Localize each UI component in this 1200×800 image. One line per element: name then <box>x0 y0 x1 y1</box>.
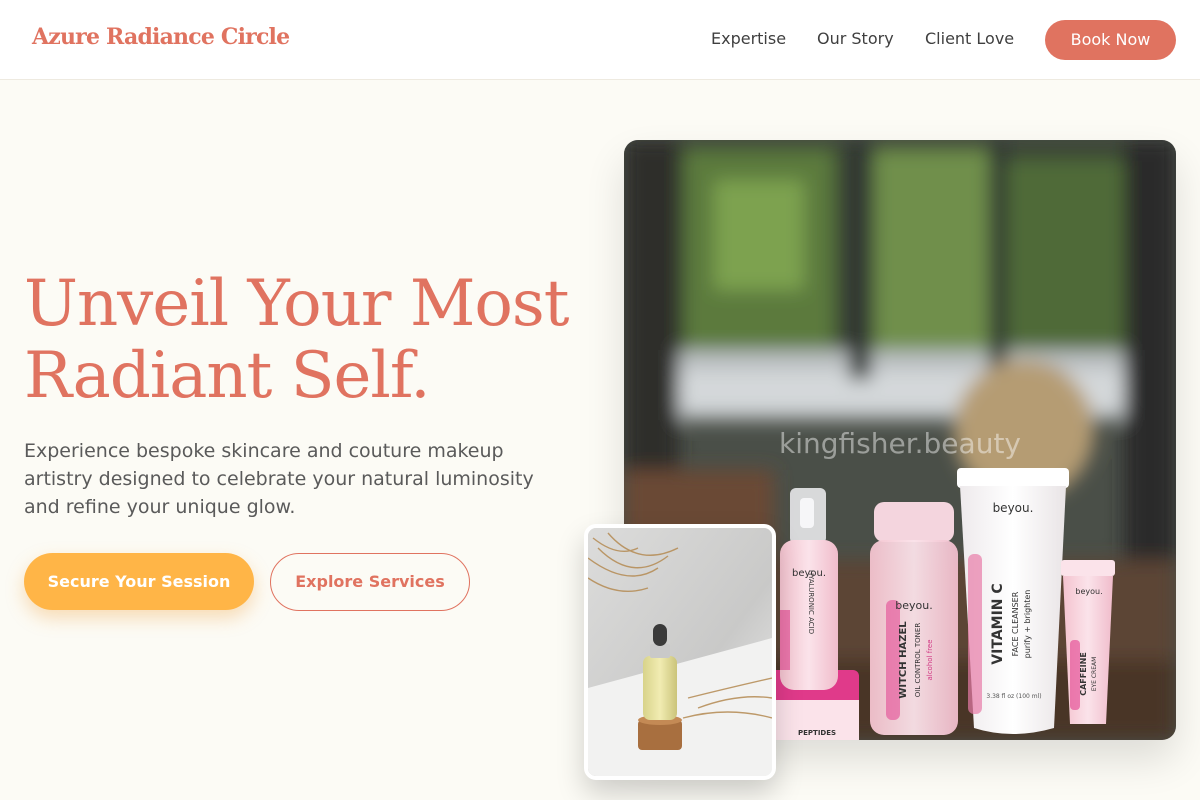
nav-link-our-story[interactable]: Our Story <box>817 29 894 48</box>
toner-label-1: WITCH HAZEL <box>898 621 909 699</box>
secure-session-button[interactable]: Secure Your Session <box>24 553 254 610</box>
nav-link-expertise[interactable]: Expertise <box>711 29 786 48</box>
image-watermark: kingfisher.beauty <box>779 427 1021 460</box>
toner-brand-label: beyou. <box>895 599 932 612</box>
book-now-button[interactable]: Book Now <box>1045 20 1176 60</box>
serum-dropper-image <box>584 524 776 780</box>
eye-cream-brand-label: beyou. <box>1075 587 1102 596</box>
cleanser-size-label: 3.38 fl oz (100 ml) <box>986 693 1041 700</box>
brand-logo[interactable]: Azure Radiance Circle <box>32 24 290 50</box>
nav-link-client-love[interactable]: Client Love <box>925 29 1014 48</box>
hero-title-line-1: Unveil Your Most <box>24 267 569 341</box>
toner-label-2: OIL CONTROL TONER <box>914 623 922 698</box>
cleanser-label-3: purify + brighten <box>1023 590 1032 659</box>
cleanser-label-1: VITAMIN C <box>990 583 1006 664</box>
hero-subtitle: Experience bespoke skincare and couture … <box>24 440 534 518</box>
eye-cream-label-2: EYE CREAM <box>1091 657 1098 692</box>
jar-label: PEPTIDES <box>798 729 836 737</box>
toner-label-3: alcohol free <box>926 639 934 680</box>
hero-title-line-2: Radiant Self. <box>24 339 431 413</box>
hero-title: Unveil Your Most Radiant Self. <box>24 268 584 412</box>
cleanser-label-2: FACE CLEANSER <box>1011 591 1020 656</box>
cleanser-brand-label: beyou. <box>993 501 1034 515</box>
top-navigation-bar: Azure Radiance Circle Expertise Our Stor… <box>0 0 1200 80</box>
serum-label: HYALURONIC ACID <box>807 570 815 634</box>
eye-cream-label-1: CAFFEINE <box>1079 652 1088 696</box>
explore-services-button[interactable]: Explore Services <box>270 553 470 611</box>
